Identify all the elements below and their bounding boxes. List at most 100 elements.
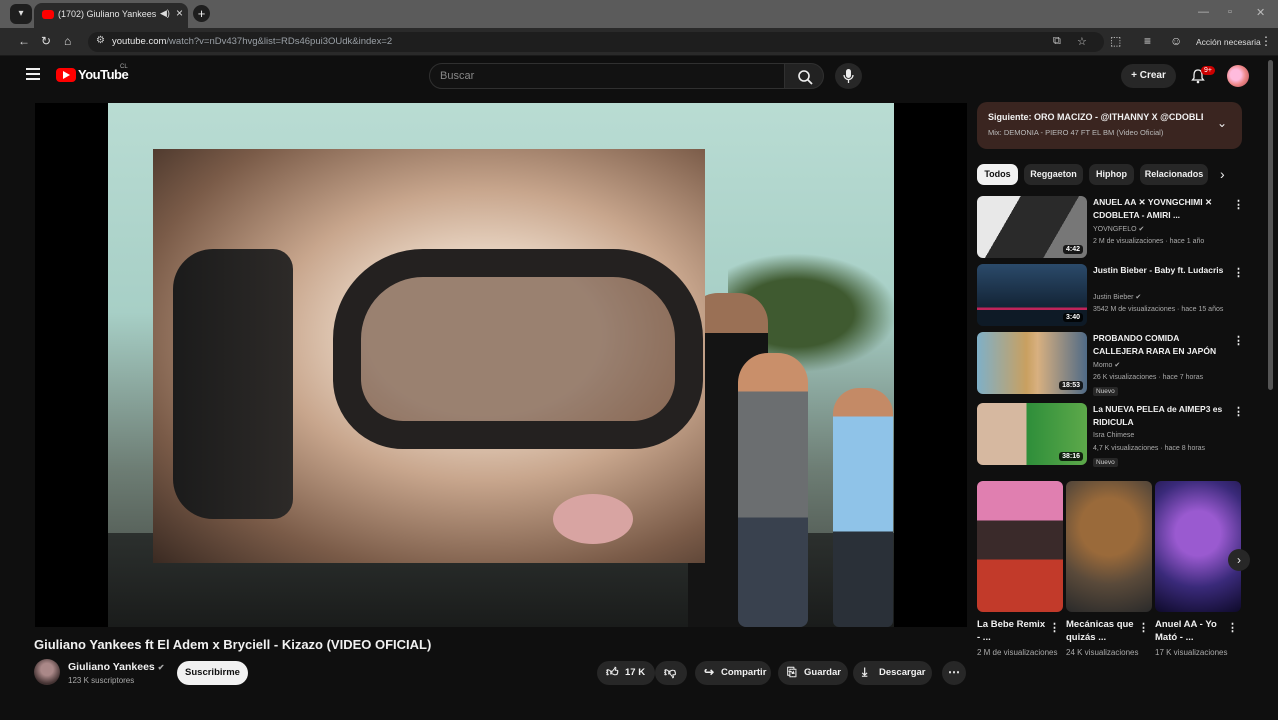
subscribe-button[interactable]: Suscribirme (177, 661, 248, 685)
voice-search-button[interactable] (835, 63, 862, 89)
profile-icon[interactable]: ☺ (1170, 34, 1182, 48)
home-icon[interactable]: ⌂ (64, 34, 71, 48)
back-icon[interactable]: ← (18, 34, 30, 48)
microphone-icon (843, 69, 854, 83)
kebab-menu-icon[interactable]: ⋮ (1233, 266, 1244, 279)
dislike-button[interactable]: 👎︎ (655, 661, 687, 685)
install-app-icon[interactable]: ⧉ (1053, 35, 1061, 48)
next-up-panel[interactable]: Siguiente: ORO MACIZO - @ITHANNY X @CDOB… (977, 102, 1242, 149)
video-item-meta: 4,7 K visualizaciones · hace 8 horas (1093, 445, 1206, 452)
short-thumbnail[interactable] (977, 481, 1063, 612)
download-button[interactable]: ⤓ Descargar (853, 661, 932, 685)
cat-headphones (173, 249, 293, 519)
thumbs-down-icon: 👎︎ (664, 665, 677, 679)
video-thumbnail[interactable]: 38:16 (977, 403, 1087, 465)
short-thumbnail[interactable] (1155, 481, 1241, 612)
bookmark-star-icon[interactable]: ☆ (1077, 35, 1087, 48)
notification-badge: 9+ (1201, 66, 1215, 75)
site-info-icon[interactable]: ⚙ (96, 35, 105, 46)
short-views: 24 K visualizaciones (1066, 648, 1139, 657)
video-item-channel: YOVNGFELO ✔ (1093, 226, 1145, 233)
video-thumbnail[interactable]: 3:40 (977, 264, 1087, 326)
video-item-title: ANUEL AA ✕ YOVNGCHIMI ✕ CDOBLETA - AMIRI… (1093, 197, 1213, 220)
tab-close-icon[interactable]: × (176, 6, 183, 20)
minimize-icon[interactable]: — (1198, 6, 1209, 18)
short-title: Anuel AA - Yo Mató - ... (1155, 619, 1217, 643)
video-thumbnail[interactable]: 4:42 (977, 196, 1087, 258)
account-avatar[interactable] (1227, 65, 1249, 87)
country-code: CL (120, 64, 128, 70)
tab-search-icon[interactable]: ▾ (10, 4, 32, 24)
video-player[interactable] (35, 103, 967, 627)
video-item-channel: Justin Bieber ✔ (1093, 294, 1142, 301)
short-thumbnail[interactable] (1066, 481, 1152, 612)
kebab-menu-icon[interactable]: ⋮ (1233, 334, 1244, 347)
video-item-meta: 2 M de visualizaciones · hace 1 año (1093, 238, 1205, 245)
new-badge: Nuevo (1093, 387, 1118, 396)
short-item[interactable]: Mecánicas que quizás ... ⋮ 24 K visualiz… (1066, 481, 1152, 657)
more-actions-icon[interactable]: ⋯ (942, 661, 966, 685)
short-views: 17 K visualizaciones (1155, 648, 1228, 657)
video-title: Giuliano Yankees ft El Adem x Bryciell -… (34, 637, 432, 652)
kebab-menu-icon[interactable]: ⋮ (1138, 621, 1149, 634)
cat-nose (553, 494, 633, 544)
speaker-icon[interactable]: ◀) (160, 8, 170, 19)
shorts-next-button[interactable]: › (1228, 549, 1250, 571)
list-item[interactable]: 38:16 La NUEVA PELEA de AIMEP3 es RIDICU… (977, 403, 1244, 469)
kebab-menu-icon[interactable]: ⋮ (1233, 198, 1244, 211)
video-thumbnail[interactable]: 18:53 (977, 332, 1087, 394)
kebab-menu-icon[interactable]: ⋮ (1233, 405, 1244, 418)
chip-hiphop[interactable]: Hiphop (1089, 164, 1134, 185)
list-item[interactable]: 18:53 PROBANDO COMIDA CALLEJERA RARA EN … (977, 332, 1244, 398)
plus-icon: + (1131, 70, 1140, 81)
kebab-menu-icon[interactable]: ⋮ (1049, 621, 1060, 634)
short-views: 2 M de visualizaciones (977, 648, 1058, 657)
reload-icon[interactable]: ↻ (41, 34, 51, 48)
chevron-down-icon[interactable]: ⌄ (1217, 116, 1227, 130)
media-icon[interactable]: ≡ (1144, 34, 1151, 48)
tab-title: (1702) Giuliano Yankees ft El (58, 9, 158, 19)
video-overlay-cat (153, 149, 705, 563)
video-frame (108, 103, 894, 627)
channel-name[interactable]: Giuliano Yankees ✔ (68, 661, 164, 673)
like-button[interactable]: 👍︎ 17 K (597, 661, 655, 685)
verified-icon: ✔ (157, 663, 165, 672)
short-item[interactable]: Anuel AA - Yo Mató - ... ⋮ 17 K visualiz… (1155, 481, 1241, 657)
search-button[interactable] (784, 63, 824, 89)
share-icon: ↪ (704, 665, 715, 679)
chip-reggaeton[interactable]: Reggaeton (1024, 164, 1083, 185)
account-action-label[interactable]: Acción necesaria (1196, 37, 1261, 47)
kebab-menu-icon[interactable]: ⋮ (1227, 621, 1238, 634)
list-item[interactable]: 4:42 ANUEL AA ✕ YOVNGCHIMI ✕ CDOBLETA - … (977, 196, 1244, 262)
browser-tab[interactable]: (1702) Giuliano Yankees ft El ◀) × (34, 3, 188, 28)
next-up-title: Siguiente: ORO MACIZO - @ITHANNY X @CDOB… (988, 112, 1203, 122)
address-bar[interactable]: ⚙ youtube.com/watch?v=nDv437hvg&list=RDs… (88, 32, 1104, 52)
short-title: Mecánicas que quizás ... (1066, 619, 1134, 643)
list-item[interactable]: 3:40 Justin Bieber - Baby ft. Ludacris J… (977, 264, 1244, 330)
short-item[interactable]: La Bebe Remix - ... ⋮ 2 M de visualizaci… (977, 481, 1063, 657)
new-tab-button[interactable]: + (193, 5, 210, 22)
youtube-logo-icon[interactable] (56, 68, 76, 82)
video-item-channel: Isra Chimese (1093, 432, 1135, 439)
search-input[interactable]: Buscar (429, 63, 785, 89)
share-button[interactable]: ↪ Compartir (695, 661, 771, 685)
create-button[interactable]: + Crear (1121, 64, 1176, 88)
chevron-right-icon[interactable]: › (1220, 166, 1225, 182)
extensions-icon[interactable]: ⬚ (1110, 34, 1121, 48)
duration-badge: 4:42 (1062, 245, 1083, 254)
bookmark-icon: ⎘ (787, 665, 797, 679)
save-button[interactable]: ⎘ Guardar (778, 661, 848, 685)
channel-avatar[interactable] (34, 659, 60, 685)
duration-badge: 3:40 (1062, 313, 1083, 322)
page-scrollbar[interactable] (1268, 60, 1273, 390)
chip-todos[interactable]: Todos (977, 164, 1018, 185)
chevron-right-icon: › (1237, 553, 1241, 567)
youtube-favicon-icon (42, 10, 54, 19)
chip-relacionados[interactable]: Relacionados (1140, 164, 1208, 185)
url-text: youtube.com/watch?v=nDv437hvg&list=RDs46… (112, 36, 393, 47)
window-close-icon[interactable]: ✕ (1256, 6, 1265, 19)
maximize-icon[interactable]: ▫ (1228, 6, 1232, 18)
hamburger-menu-icon[interactable] (26, 68, 40, 80)
duration-badge: 18:53 (1059, 381, 1083, 390)
browser-menu-icon[interactable]: ⋮ (1260, 34, 1272, 48)
